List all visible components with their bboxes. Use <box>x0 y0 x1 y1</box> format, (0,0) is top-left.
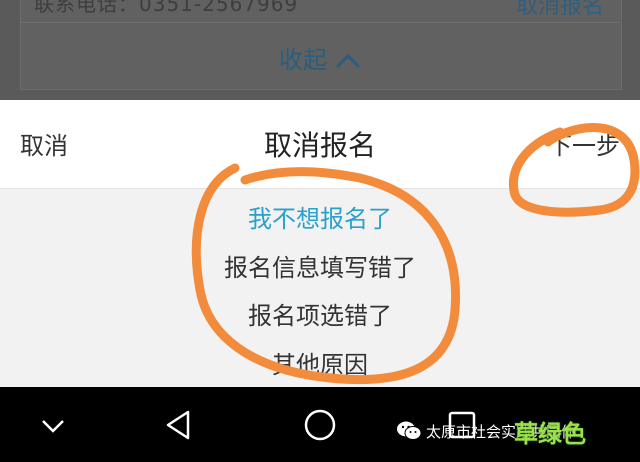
sheet-header: 取消 取消报名 下一步 <box>0 100 640 189</box>
collapse-button[interactable]: 收起 <box>0 40 640 75</box>
sheet-title: 取消报名 <box>263 129 376 162</box>
reason-option[interactable]: 我不想报名了 <box>0 199 640 234</box>
watermark-brand: 草绿色 <box>514 420 586 448</box>
background-page: 联系电话：0351-2567969 取消报名 收起 <box>0 0 640 100</box>
home-button[interactable] <box>298 405 342 445</box>
chevron-up-icon <box>335 53 361 69</box>
cancel-registration-link[interactable]: 取消报名 <box>516 0 604 20</box>
next-step-button[interactable]: 下一步 <box>548 126 620 161</box>
reason-option[interactable]: 其他原因 <box>0 345 640 380</box>
cancel-button[interactable]: 取消 <box>20 126 68 161</box>
home-circle-icon <box>304 409 336 441</box>
reason-option[interactable]: 报名信息填写错了 <box>0 248 640 283</box>
chevron-down-icon <box>42 420 64 433</box>
reason-option[interactable]: 报名项选错了 <box>0 296 640 331</box>
divider <box>20 22 620 23</box>
contact-phone: 联系电话：0351-2567969 <box>34 0 299 16</box>
back-button[interactable] <box>156 405 200 445</box>
hide-keyboard-button[interactable] <box>31 405 75 445</box>
reason-picker[interactable]: 我不想报名了 报名信息填写错了 报名项选错了 其他原因 <box>0 189 640 387</box>
collapse-label: 收起 <box>279 46 327 74</box>
wechat-icon <box>397 421 422 440</box>
back-triangle-icon <box>166 410 190 440</box>
